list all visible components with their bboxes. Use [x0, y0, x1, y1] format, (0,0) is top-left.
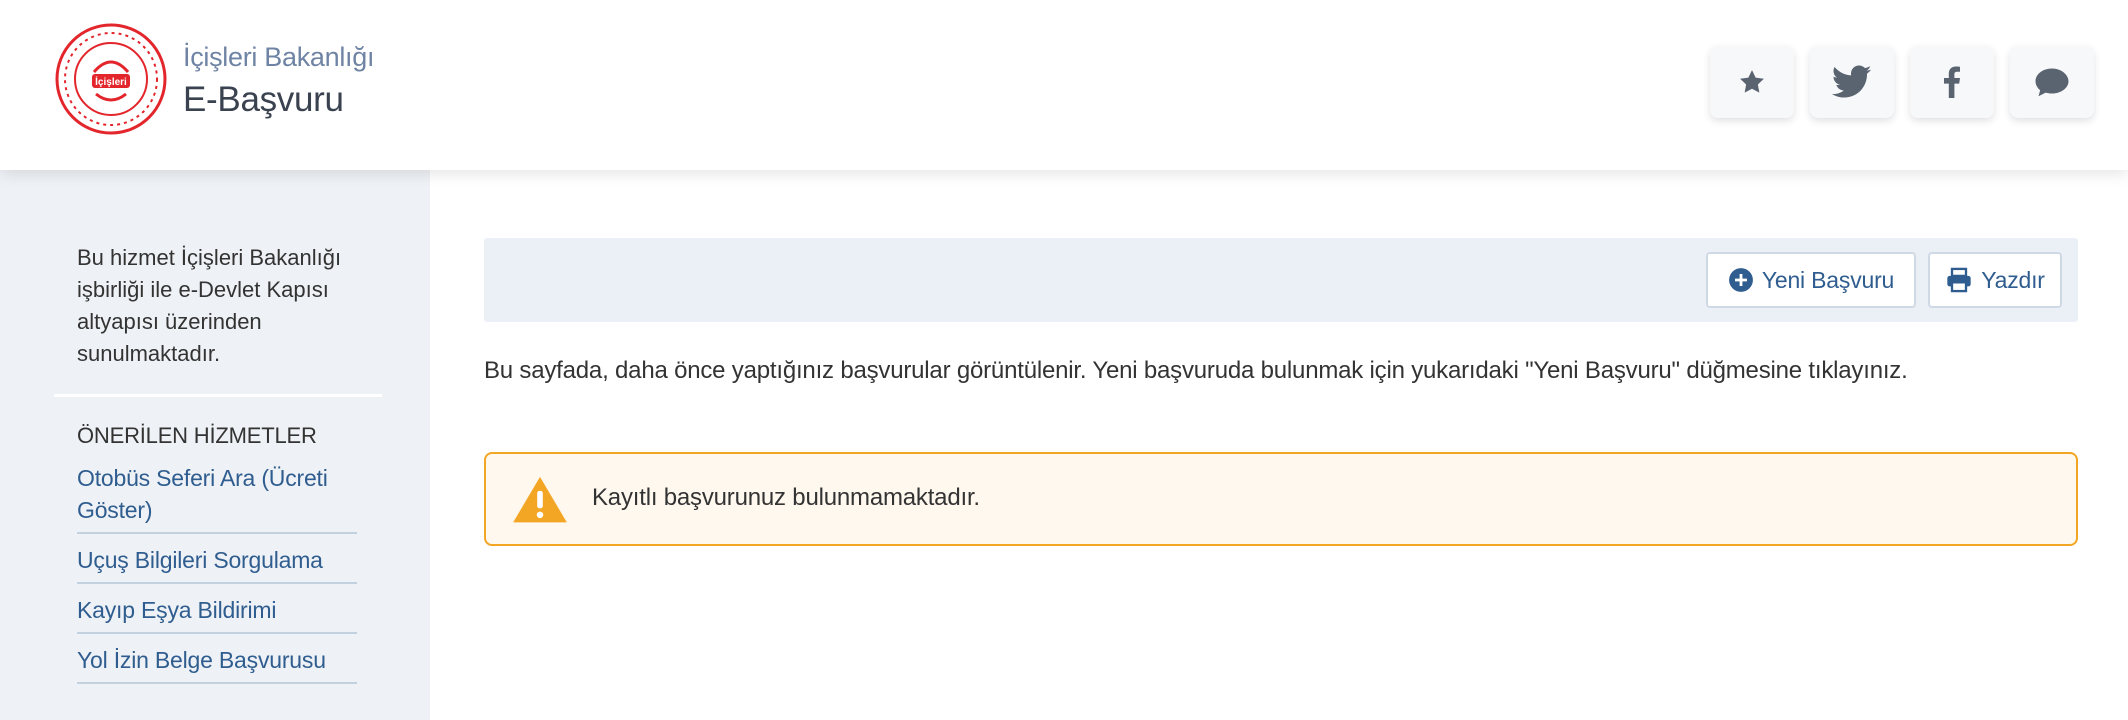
- twitter-icon: [1832, 65, 1872, 98]
- new-application-label: Yeni Başvuru: [1761, 266, 1895, 293]
- facebook-icon: [1944, 66, 1960, 98]
- print-button[interactable]: Yazdır: [1928, 252, 2062, 308]
- new-application-button[interactable]: Yeni Başvuru: [1706, 252, 1916, 308]
- alert-message: Kayıtlı başvurunuz bulunmamaktadır.: [592, 484, 980, 511]
- svg-text:İçişleri: İçişleri: [95, 75, 127, 88]
- ministry-logo[interactable]: İçişleri: [54, 22, 168, 136]
- recommended-link-travel-permit[interactable]: Yol İzin Belge Başvurusu: [77, 644, 357, 684]
- twitter-button[interactable]: [1810, 46, 1894, 118]
- sidebar-panel: Bu hizmet İçişleri Bakanlığı işbirliği i…: [0, 170, 430, 720]
- sidebar: Bu hizmet İçişleri Bakanlığı işbirliği i…: [0, 170, 430, 720]
- page-header: İçişleri İçişleri Bakanlığı E-Başvuru: [0, 0, 2128, 170]
- ministry-seal-icon: İçişleri: [55, 23, 167, 135]
- printer-icon: [1947, 267, 1971, 293]
- empty-state-alert: Kayıtlı başvurunuz bulunmamaktadır.: [484, 452, 2078, 546]
- recommended-services-title: ÖNERİLEN HİZMETLER: [77, 423, 317, 448]
- action-toolbar: Yeni Başvuru Yazdır: [484, 238, 2078, 322]
- comment-icon: [2035, 68, 2069, 97]
- feedback-button[interactable]: [2010, 46, 2094, 118]
- recommended-link-lost-item[interactable]: Kayıp Eşya Bildirimi: [77, 594, 357, 634]
- recommended-services-list: Otobüs Seferi Ara (Ücreti Göster) Uçuş B…: [77, 462, 357, 694]
- print-label: Yazdır: [1981, 266, 2045, 293]
- facebook-button[interactable]: [1910, 46, 1994, 118]
- page-title[interactable]: E-Başvuru: [183, 80, 344, 120]
- recommended-link-flight-info[interactable]: Uçuş Bilgileri Sorgulama: [77, 544, 357, 584]
- ministry-name: İçişleri Bakanlığı: [183, 42, 375, 72]
- service-notice: Bu hizmet İçişleri Bakanlığı işbirliği i…: [77, 245, 342, 366]
- sidebar-divider: [54, 394, 382, 397]
- warning-icon: [513, 476, 567, 523]
- recommended-link-bus-search[interactable]: Otobüs Seferi Ara (Ücreti Göster): [77, 462, 357, 534]
- plus-circle-icon: [1728, 268, 1753, 292]
- page-description: Bu sayfada, daha önce yaptığınız başvuru…: [484, 357, 1908, 384]
- favorite-button[interactable]: [1710, 46, 1794, 118]
- star-icon: [1740, 70, 1764, 93]
